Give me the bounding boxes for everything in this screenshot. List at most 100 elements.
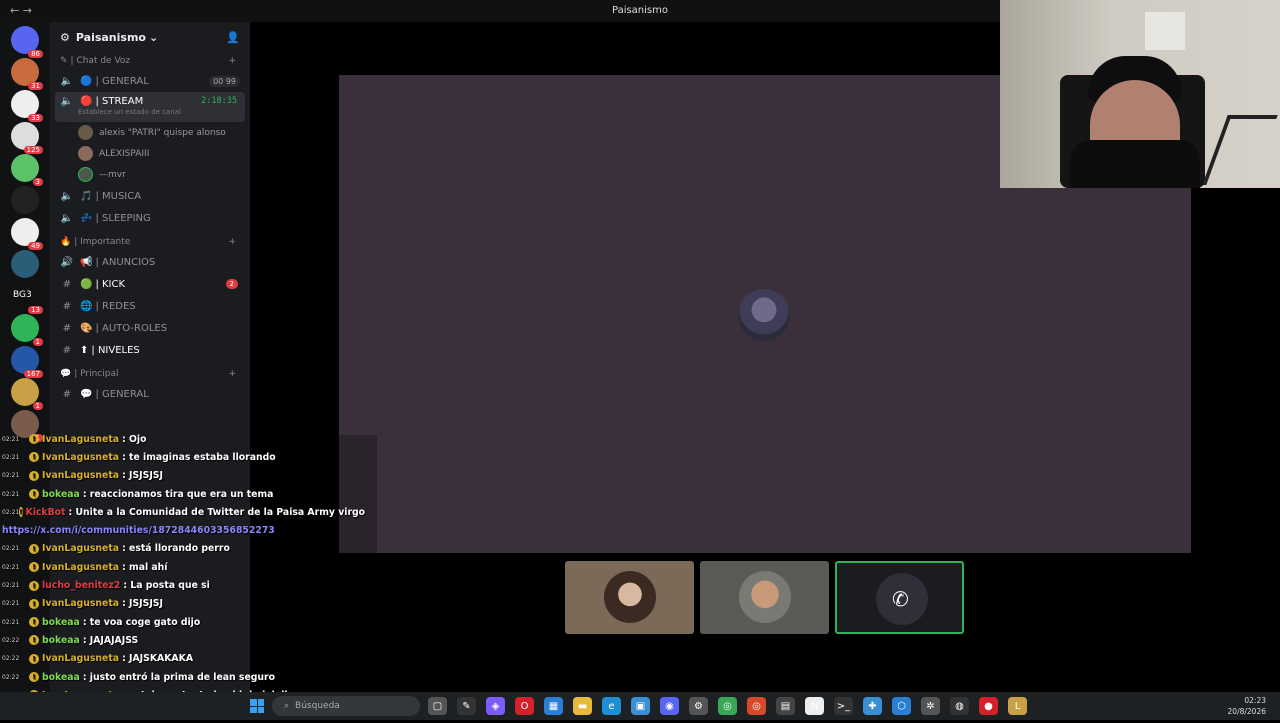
streamer-avatar: [738, 289, 790, 341]
add-channel-icon[interactable]: +: [228, 237, 236, 247]
category-main[interactable]: 💬 | Principal +: [50, 365, 250, 383]
windows-start-icon[interactable]: [250, 699, 264, 713]
channel-emoji: 📢: [80, 256, 93, 268]
chat-badge-icon: !: [19, 507, 23, 518]
chat-text: : está llorando perro: [122, 543, 230, 555]
server-icon[interactable]: 1: [11, 314, 43, 346]
chat-text: : te voa coge gato dijo: [82, 616, 201, 628]
server-icon[interactable]: BG3 13: [11, 282, 43, 314]
notion-icon[interactable]: N: [805, 697, 824, 715]
channel-label: | MUSICA: [95, 190, 142, 202]
call-timer: 2:18:35: [201, 96, 237, 106]
chat-message: 02:21! KickBot: Unite a la Comunidad de T…: [0, 503, 365, 521]
chat-timestamp: 02:21: [2, 508, 20, 516]
channel-voice-sleeping[interactable]: 🔈 💤 | SLEEPING: [50, 207, 250, 229]
wall-paper: [1145, 12, 1185, 50]
stage-side-panel: [339, 435, 377, 553]
user-count-badge: 00 99: [209, 75, 240, 87]
avatar: [604, 571, 656, 623]
chat-username: lucho_benitez2: [42, 580, 121, 592]
terminal-icon[interactable]: >_: [834, 697, 853, 715]
bluetooth-icon[interactable]: ⬡: [892, 697, 911, 715]
channel-redes[interactable]: # 🌐 | REDES: [50, 295, 250, 317]
chat-link[interactable]: https://x.com/i/communities/187284460335…: [2, 525, 275, 536]
channel-niveles[interactable]: # ⬆ | NIVELES: [50, 339, 250, 361]
participant-tile[interactable]: ✆: [835, 561, 964, 634]
discord-icon[interactable]: ◉: [660, 697, 679, 715]
pen-app-icon[interactable]: ✎: [457, 697, 476, 715]
channel-anuncios[interactable]: 🔊 📢 | ANUNCIOS: [50, 251, 250, 273]
chat-username: IvanLagusneta: [42, 543, 120, 555]
participant-tile[interactable]: [565, 561, 694, 634]
system-clock[interactable]: 02:23 20/8/2026: [1228, 695, 1266, 717]
channel-kick[interactable]: # 🟢 | KICK 2: [50, 273, 250, 295]
voice-user[interactable]: alexis "PATRI" quispe alonso: [50, 122, 250, 143]
chat-text: : Unite a la Comunidad de Twitter de la …: [68, 506, 366, 518]
stream-chat-overlay: 02:21! IvanLagusneta: Ojo 02:21! IvanLagusn…: [0, 430, 365, 723]
add-channel-icon[interactable]: +: [228, 369, 236, 379]
discord-home-icon[interactable]: 86: [11, 26, 43, 58]
gear-app-icon[interactable]: ✲: [921, 697, 940, 715]
calculator-icon[interactable]: ▤: [776, 697, 795, 715]
title-bar: ← → Paisanismo: [0, 0, 1000, 22]
channel-main-general[interactable]: # 💬 | GENERAL: [50, 383, 250, 405]
record-icon[interactable]: ●: [979, 697, 998, 715]
chat-badge-icon: !: [29, 543, 39, 554]
settings-icon[interactable]: ⚙: [689, 697, 708, 715]
channel-label: | NIVELES: [91, 344, 140, 356]
chat-timestamp: 02:21: [2, 563, 20, 571]
channel-voice-stream[interactable]: 🔈 🔴 | STREAM 2:18:35 Establece un estado…: [55, 92, 245, 122]
invite-icon[interactable]: 👤: [226, 31, 240, 44]
lol-icon[interactable]: L: [1008, 697, 1027, 715]
voice-user-name: ALEXISPAIII: [99, 148, 150, 159]
channel-auto-roles[interactable]: # 🎨 | AUTO-ROLES: [50, 317, 250, 339]
server-icon[interactable]: 31: [11, 58, 43, 90]
participant-tile[interactable]: [700, 561, 829, 634]
hash-icon: #: [62, 388, 72, 400]
task-view-icon[interactable]: ▢: [428, 697, 447, 715]
server-icon[interactable]: [11, 186, 39, 214]
unread-badge: 167: [23, 370, 43, 378]
add-channel-icon[interactable]: +: [228, 56, 236, 66]
hash-icon: #: [62, 344, 72, 356]
chat-timestamp: 02:21: [2, 435, 20, 443]
channel-voice-general[interactable]: 🔈 🔵 | GENERAL 00 99: [50, 70, 250, 92]
server-icon[interactable]: 125: [11, 122, 43, 154]
server-icon[interactable]: 167: [11, 346, 43, 378]
category-important[interactable]: 🔥 | Importante +: [50, 233, 250, 251]
voice-user[interactable]: —mvr: [50, 164, 250, 185]
chrome-beta-icon[interactable]: ◎: [747, 697, 766, 715]
category-voice[interactable]: ✎ | Chat de Voz +: [50, 52, 250, 70]
chat-username: IvanLagusneta: [42, 561, 120, 573]
search-input[interactable]: ⌕ Búsqueda: [272, 696, 420, 716]
server-icon[interactable]: 49: [11, 218, 43, 250]
channel-voice-musica[interactable]: 🔈 🎵 | MUSICA: [50, 185, 250, 207]
copilot-icon[interactable]: ◈: [486, 697, 505, 715]
server-icon[interactable]: 33: [11, 90, 43, 122]
channel-emoji: 🌐: [80, 300, 93, 312]
chevron-down-icon: ⌄: [148, 30, 159, 44]
obs-icon[interactable]: ◍: [950, 697, 969, 715]
photos-icon[interactable]: ▣: [631, 697, 650, 715]
chat-badge-icon: !: [29, 598, 39, 609]
voice-user[interactable]: ALEXISPAIII: [50, 143, 250, 164]
edge-icon[interactable]: e: [602, 697, 621, 715]
server-icon[interactable]: [11, 250, 39, 278]
store-icon[interactable]: ▦: [544, 697, 563, 715]
channel-emoji: 💤: [80, 212, 93, 224]
search-icon: ⌕: [284, 701, 290, 711]
category-label: | Importante: [74, 237, 131, 247]
guild-header[interactable]: ⚙ Paisanismo ⌄ 👤: [50, 22, 250, 52]
avatar: [78, 167, 93, 182]
channel-status[interactable]: Establece un estado de canal: [78, 108, 181, 116]
chrome-icon[interactable]: ◎: [718, 697, 737, 715]
unread-badge: 49: [28, 242, 43, 250]
phone-icon: ✆: [892, 587, 909, 611]
teams-icon[interactable]: ✚: [863, 697, 882, 715]
server-icon[interactable]: 3: [11, 154, 43, 186]
clock-time: 02:23: [1244, 696, 1266, 705]
opera-icon[interactable]: O: [515, 697, 534, 715]
channel-emoji: ⬆: [80, 344, 89, 356]
folder-icon[interactable]: ▬: [573, 697, 592, 715]
server-icon[interactable]: 1: [11, 378, 43, 410]
